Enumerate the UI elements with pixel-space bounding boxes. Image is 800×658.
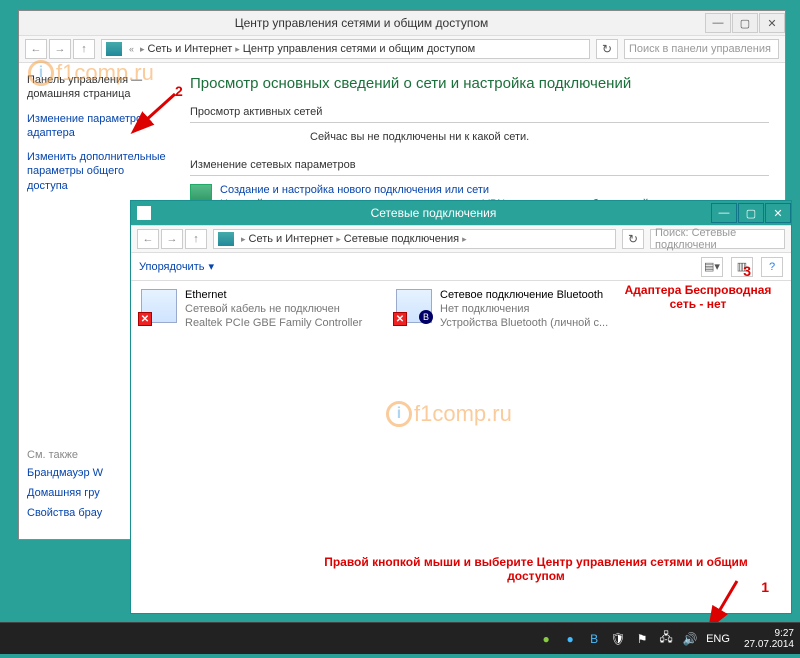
tray-app-icon[interactable]: ● (538, 631, 554, 647)
breadcrumb-level2[interactable]: Центр управления сетями и общим доступом (243, 43, 475, 55)
error-overlay-icon: ✕ (138, 312, 152, 326)
adapter-name: Ethernet (185, 289, 362, 303)
back-button[interactable]: ← (137, 229, 159, 249)
window-icon (137, 206, 151, 220)
chevron-down-icon: ▾ (208, 260, 214, 273)
adapter-status: Нет подключения (440, 303, 608, 317)
up-button[interactable]: ↑ (185, 229, 207, 249)
tray-language[interactable]: ENG (706, 633, 730, 645)
annotation-number-3: 3 (743, 263, 751, 279)
annotation-number-2: 2 (175, 83, 183, 99)
page-heading: Просмотр основных сведений о сети и наст… (190, 75, 769, 92)
change-settings-label: Изменение сетевых параметров (190, 159, 769, 171)
control-panel-icon (218, 232, 234, 246)
view-options-button[interactable]: ▤▾ (701, 257, 723, 277)
window-title: Сетевые подключения (157, 206, 710, 220)
new-connection-link[interactable]: Создание и настройка нового подключения … (220, 184, 660, 196)
change-adapter-settings-link[interactable]: Изменение параметров адаптера (27, 112, 166, 141)
minimize-button[interactable]: — (711, 203, 737, 223)
adapter-status: Сетевой кабель не подключен (185, 303, 362, 317)
bluetooth-adapter-icon: ✕ B (396, 289, 432, 323)
tray-volume-icon[interactable]: 🔊 (682, 631, 698, 647)
adapter-device: Устройства Bluetooth (личной с... (440, 317, 608, 331)
close-button[interactable]: ✕ (765, 203, 791, 223)
adapter-list: ✕ Ethernet Сетевой кабель не подключен R… (131, 281, 791, 613)
tray-network-icon[interactable]: 🖧 (658, 631, 674, 647)
error-overlay-icon: ✕ (393, 312, 407, 326)
active-networks-label: Просмотр активных сетей (190, 106, 769, 118)
tray-date: 27.07.2014 (744, 639, 794, 650)
advanced-sharing-link[interactable]: Изменить дополнительные параметры общего… (27, 150, 166, 193)
maximize-button[interactable]: ▢ (732, 13, 758, 33)
taskbar: ● ● B 🛡 ⚑ 🖧 🔊 ENG 9:27 27.07.2014 (0, 622, 800, 654)
forward-button[interactable]: → (49, 39, 71, 59)
annotation-no-wireless: Адаптера Беспроводная сеть - нет (613, 283, 783, 311)
tray-skype-icon[interactable]: ● (562, 631, 578, 647)
tray-action-center-icon[interactable]: ⚑ (634, 631, 650, 647)
help-button[interactable]: ? (761, 257, 783, 277)
adapter-ethernet[interactable]: ✕ Ethernet Сетевой кабель не подключен R… (141, 289, 381, 330)
organize-menu[interactable]: Упорядочить▾ (139, 260, 214, 273)
refresh-button[interactable]: ↻ (596, 39, 618, 59)
tray-bluetooth-icon[interactable]: B (586, 631, 602, 647)
adapter-name: Сетевое подключение Bluetooth (440, 289, 608, 303)
control-panel-icon (106, 42, 122, 56)
watermark: if1comp.ru (386, 401, 512, 427)
tray-clock[interactable]: 9:27 27.07.2014 (744, 628, 794, 650)
back-button[interactable]: ← (25, 39, 47, 59)
tray-security-icon[interactable]: 🛡 (610, 631, 626, 647)
refresh-button[interactable]: ↻ (622, 229, 644, 249)
tray-time: 9:27 (744, 628, 794, 639)
address-bar: ← → ↑ «▸ Сеть и Интернет ▸ Центр управле… (19, 35, 785, 63)
breadcrumb-bar[interactable]: «▸ Сеть и Интернет ▸ Центр управления се… (101, 39, 590, 59)
annotation-instruction: Правой кнопкой мыши и выберите Центр упр… (321, 555, 751, 583)
breadcrumb-bar[interactable]: ▸ Сеть и Интернет ▸ Сетевые подключения … (213, 229, 616, 249)
control-panel-home-link[interactable]: Панель управления — домашняя страница (27, 73, 166, 102)
maximize-button[interactable]: ▢ (738, 203, 764, 223)
ethernet-icon: ✕ (141, 289, 177, 323)
adapter-bluetooth[interactable]: ✕ B Сетевое подключение Bluetooth Нет по… (396, 289, 636, 330)
adapter-device: Realtek PCIe GBE Family Controller (185, 317, 362, 331)
breadcrumb-level2[interactable]: Сетевые подключения (344, 233, 459, 245)
breadcrumb-level1[interactable]: Сеть и Интернет (148, 43, 233, 55)
search-input[interactable]: Поиск: Сетевые подключени (650, 229, 785, 249)
bluetooth-icon: B (419, 310, 433, 324)
up-button[interactable]: ↑ (73, 39, 95, 59)
address-bar: ← → ↑ ▸ Сеть и Интернет ▸ Сетевые подклю… (131, 225, 791, 253)
network-connections-window: Сетевые подключения — ▢ ✕ ← → ↑ ▸ Сеть и… (130, 200, 792, 614)
annotation-number-1: 1 (761, 579, 769, 595)
forward-button[interactable]: → (161, 229, 183, 249)
minimize-button[interactable]: — (705, 13, 731, 33)
close-button[interactable]: ✕ (759, 13, 785, 33)
search-input[interactable]: Поиск в панели управления (624, 39, 779, 59)
no-connection-status: Сейчас вы не подключены ни к какой сети. (310, 131, 769, 143)
title-bar: Сетевые подключения — ▢ ✕ (131, 201, 791, 225)
window-title: Центр управления сетями и общим доступом (19, 16, 704, 30)
breadcrumb-level1[interactable]: Сеть и Интернет (249, 233, 334, 245)
title-bar: Центр управления сетями и общим доступом… (19, 11, 785, 35)
